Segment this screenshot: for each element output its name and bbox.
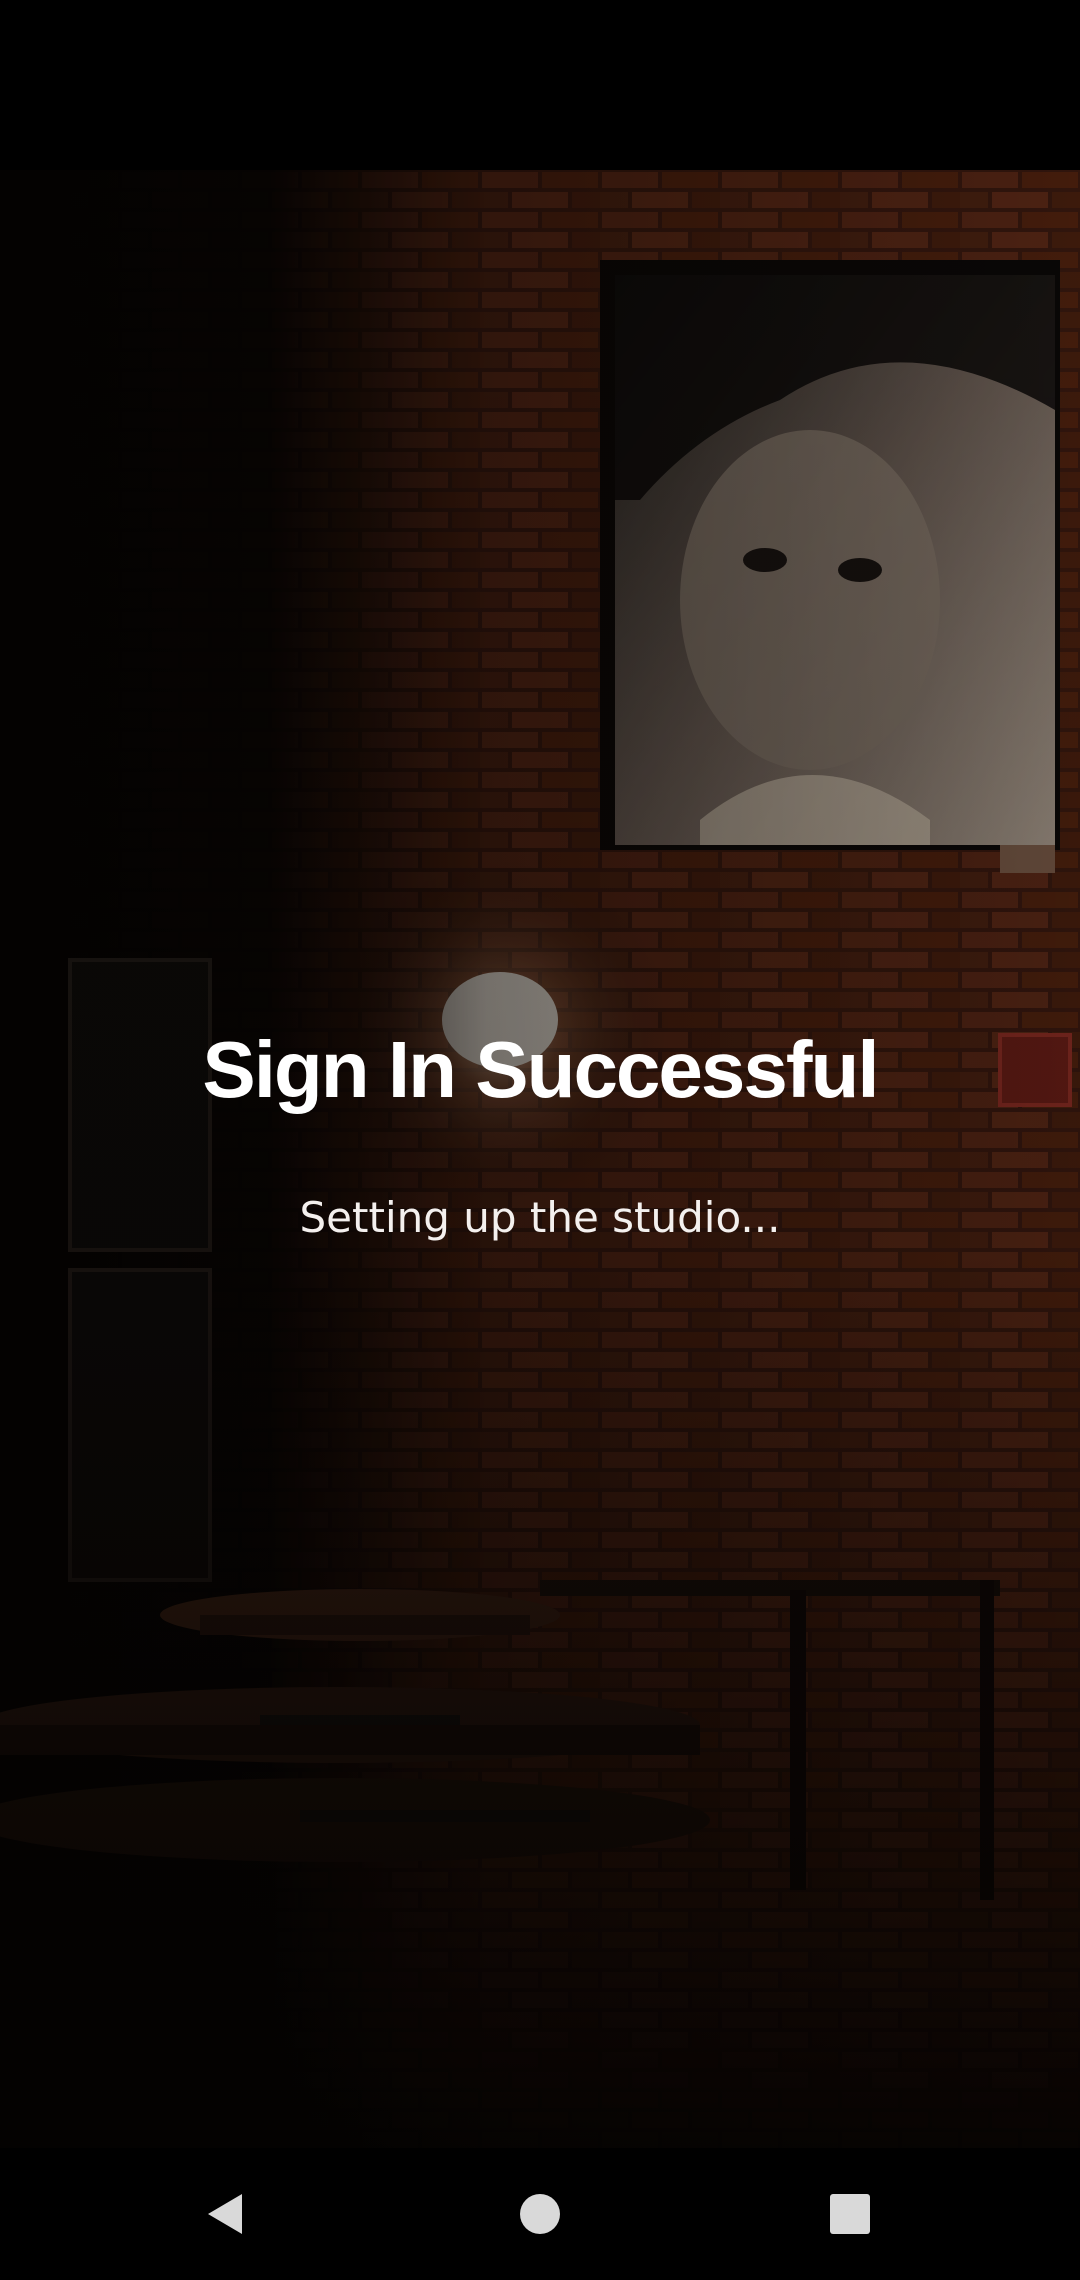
recents-button[interactable] — [770, 2148, 930, 2280]
back-button[interactable] — [146, 2148, 306, 2280]
home-button[interactable] — [460, 2148, 620, 2280]
status-bar — [0, 0, 1080, 170]
sign-in-message: Sign In Successful Setting up the studio… — [0, 1020, 1080, 1246]
system-navigation-bar — [0, 2148, 1080, 2280]
page-title: Sign In Successful — [202, 1025, 879, 1114]
home-circle-icon — [520, 2194, 560, 2234]
loading-status-text: Setting up the studio... — [299, 1193, 781, 1242]
sign-in-success-screen: Sign In Successful Setting up the studio… — [0, 0, 1080, 2280]
recents-square-icon — [830, 2194, 870, 2234]
back-triangle-icon — [208, 2194, 242, 2234]
